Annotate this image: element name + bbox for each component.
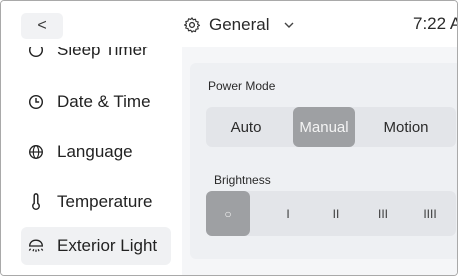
sidebar-item-label: Exterior Light	[57, 236, 158, 255]
brightness-level-4-option[interactable]: IIII	[408, 191, 452, 236]
sidebar-item-temperature[interactable]: Temperature	[21, 183, 171, 221]
sidebar-item-exterior-light[interactable]: Exterior Light	[21, 227, 171, 265]
sidebar-item-label: Language	[57, 142, 133, 161]
brightness-level-3-option[interactable]: III	[363, 191, 403, 236]
brightness-level-2-option[interactable]: II	[316, 191, 356, 236]
power-mode-label: Power Mode	[208, 79, 276, 93]
sidebar-item-sleep-timer[interactable]: Sleep Timer	[21, 47, 171, 69]
sidebar-item-label: Temperature	[57, 192, 153, 211]
back-button[interactable]: <	[21, 13, 63, 39]
power-mode-auto-option[interactable]: Auto	[206, 107, 286, 147]
gear-icon	[183, 17, 201, 33]
thermometer-icon	[32, 193, 40, 210]
brightness-level-1-option[interactable]: I	[268, 191, 308, 236]
power-mode-manual-option[interactable]: Manual	[293, 107, 355, 147]
category-label: General	[209, 15, 270, 34]
sidebar-item-date-time[interactable]: Date & Time	[21, 83, 171, 121]
brightness-off-option[interactable]: ○	[206, 191, 250, 236]
power-mode-segmented-control: Auto Manual Motion	[206, 107, 456, 147]
sidebar-item-label: Date & Time	[57, 92, 151, 111]
category-dropdown[interactable]: General	[183, 14, 295, 36]
power-mode-motion-option[interactable]: Motion	[356, 107, 456, 147]
light-icon	[28, 239, 44, 252]
chevron-down-icon	[284, 22, 294, 28]
sidebar: Sleep Timer Date & Time Language Tempera…	[1, 47, 182, 275]
settings-panel: Power Mode Auto Manual Motion Brightness…	[182, 47, 457, 275]
clock-time: 7:22 A	[413, 14, 458, 33]
light-settings-card: Power Mode Auto Manual Motion Brightness…	[190, 63, 457, 259]
back-label: <	[37, 17, 47, 34]
timer-icon	[28, 47, 44, 58]
sidebar-item-label: Sleep Timer	[57, 47, 148, 59]
globe-icon	[29, 145, 43, 159]
brightness-label: Brightness	[214, 173, 271, 187]
clock-icon	[28, 94, 44, 110]
sidebar-item-language[interactable]: Language	[21, 133, 171, 171]
top-bar: < General 7:22 A	[1, 1, 457, 47]
app-window: < General 7:22 A Sleep Timer Date & Time…	[0, 0, 458, 276]
brightness-segmented-control: ○ I II III IIII	[206, 191, 456, 236]
